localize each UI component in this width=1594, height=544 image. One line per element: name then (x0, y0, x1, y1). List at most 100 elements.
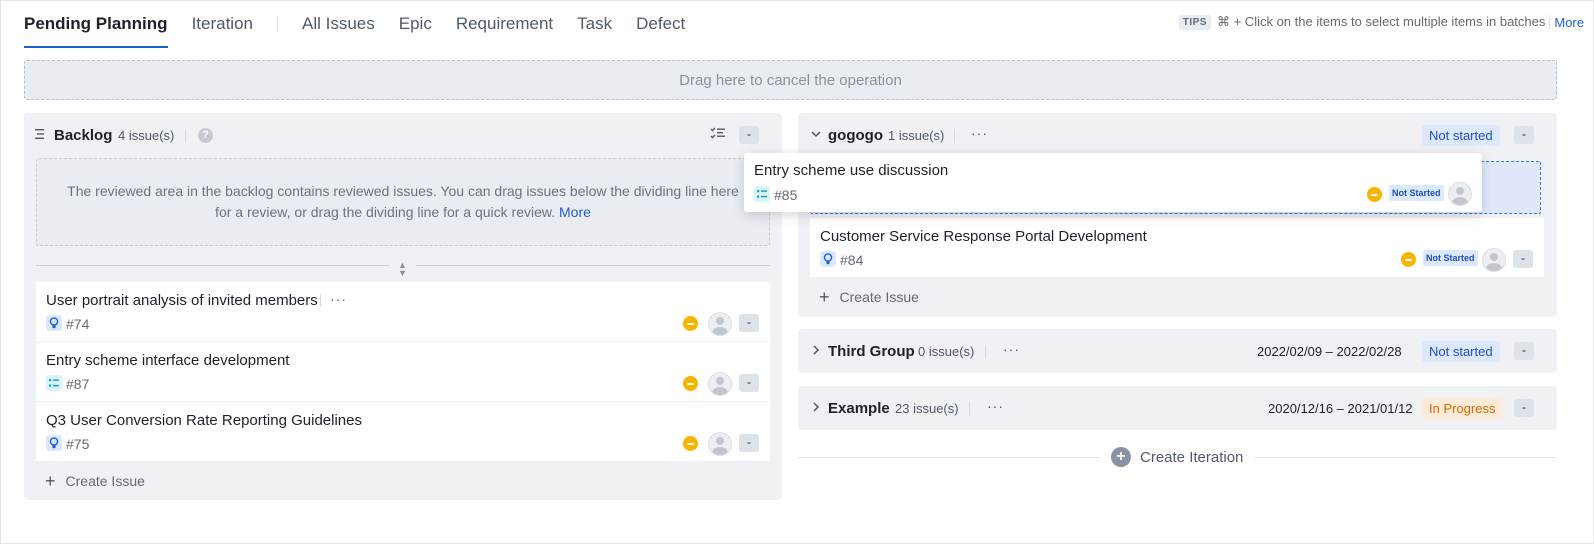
tab-requirement[interactable]: Requirement (456, 0, 553, 48)
issue-status-badge[interactable]: Not Started (1423, 250, 1478, 266)
issue-action-button[interactable]: - (739, 374, 759, 392)
iteration-count: 23 issue(s) (895, 401, 959, 416)
header-divider (954, 129, 955, 143)
issue-title[interactable]: Entry scheme interface development (46, 352, 289, 369)
cancel-drop-zone[interactable]: Drag here to cancel the operation (24, 60, 1557, 100)
backlog-count: 4 issue(s) (118, 128, 175, 143)
create-iteration-label: Create Iteration (1140, 448, 1244, 466)
tab-iteration[interactable]: Iteration (192, 0, 253, 48)
priority-medium-icon[interactable] (1367, 187, 1382, 202)
review-area-text: The reviewed area in the backlog contain… (67, 183, 739, 220)
assignee-avatar[interactable] (708, 372, 732, 396)
review-more-link[interactable]: More (559, 204, 591, 220)
iteration-date-range: 2020/12/16 – 2021/01/12 (1268, 401, 1413, 416)
iteration-status-badge[interactable]: Not started (1422, 125, 1500, 146)
backlog-issue-card[interactable]: Entry scheme interface development #87 - (36, 342, 770, 401)
plus-icon: + (45, 471, 56, 491)
review-divider-left (36, 265, 390, 266)
task-type-icon (46, 375, 62, 391)
issue-id: #87 (66, 376, 90, 392)
assignee-avatar[interactable] (708, 432, 732, 456)
issue-title[interactable]: Customer Service Response Portal Develop… (820, 228, 1147, 245)
iteration-group-gogogo: gogogo 1 issue(s) ··· Not started - Cust… (798, 113, 1557, 317)
help-icon[interactable]: ? (198, 128, 213, 143)
cancel-drop-zone-text: Drag here to cancel the operation (679, 71, 902, 89)
tab-all-issues[interactable]: All Issues (302, 0, 375, 48)
plus-icon: + (819, 287, 830, 307)
priority-medium-icon[interactable] (683, 436, 698, 451)
issue-status-badge[interactable]: Not Started (1389, 185, 1444, 201)
issue-title[interactable]: Q3 User Conversion Rate Reporting Guidel… (46, 412, 362, 429)
backlog-title: Backlog (54, 127, 113, 144)
backlog-collapse-button[interactable]: - (739, 126, 759, 144)
iteration-date-range: 2022/02/09 – 2022/02/28 (1257, 344, 1402, 359)
chevron-right-icon[interactable] (812, 402, 820, 415)
create-iteration-button[interactable]: + Create Iteration (1111, 447, 1243, 467)
iteration-name[interactable]: Third Group (828, 343, 915, 360)
issue-id: #84 (840, 252, 864, 268)
task-type-icon (754, 186, 770, 202)
chevron-down-icon[interactable] (811, 129, 821, 141)
iteration-name[interactable]: gogogo (828, 127, 883, 144)
iteration-collapse-button[interactable]: - (1514, 399, 1534, 417)
review-area[interactable]: The reviewed area in the backlog contain… (36, 158, 770, 246)
iteration-more-icon[interactable]: ··· (971, 126, 988, 140)
assignee-avatar[interactable] (1448, 182, 1472, 206)
iteration-group-third-group[interactable]: Third Group 0 issue(s) ··· 2022/02/09 – … (798, 329, 1557, 373)
iteration-collapse-button[interactable]: - (1514, 342, 1534, 360)
iteration-more-icon[interactable]: ··· (987, 399, 1004, 413)
priority-medium-icon[interactable] (683, 316, 698, 331)
iteration-name[interactable]: Example (828, 400, 890, 417)
tab-pending-planning[interactable]: Pending Planning (24, 0, 168, 48)
requirement-type-icon (820, 251, 836, 267)
iteration-more-icon[interactable]: ··· (1003, 342, 1020, 356)
tab-epic[interactable]: Epic (399, 0, 432, 48)
backlog-issue-card[interactable]: Q3 User Conversion Rate Reporting Guidel… (36, 402, 770, 461)
issue-action-button[interactable]: - (739, 434, 759, 452)
dragging-issue-card[interactable]: Entry scheme use discussion #85 Not Star… (744, 153, 1482, 212)
create-iteration-divider-right (1255, 457, 1557, 458)
issue-id: #75 (66, 436, 90, 452)
issue-action-button[interactable]: - (1513, 250, 1533, 268)
iteration-create-issue-button[interactable]: + Create Issue (819, 287, 919, 307)
iteration-issue-card[interactable]: Customer Service Response Portal Develop… (810, 218, 1544, 277)
divider-drag-handle[interactable]: ▲ ▼ (398, 261, 407, 278)
requirement-type-icon (46, 315, 62, 331)
assignee-avatar[interactable] (1482, 248, 1506, 272)
create-issue-label: Create Issue (65, 473, 145, 489)
tab-task[interactable]: Task (577, 0, 612, 48)
tab-defect[interactable]: Defect (636, 0, 685, 48)
iteration-status-badge[interactable]: In Progress (1422, 398, 1503, 419)
iteration-status-badge[interactable]: Not started (1422, 341, 1500, 362)
plus-circle-icon: + (1111, 447, 1131, 467)
create-issue-label: Create Issue (839, 289, 919, 305)
issue-more-icon[interactable]: ··· (330, 292, 347, 306)
issue-title[interactable]: User portrait analysis of invited member… (46, 292, 318, 309)
header-divider (185, 129, 186, 143)
iteration-collapse-button[interactable]: - (1514, 126, 1534, 144)
tips-bar: TIPS ⌘ + Click on the items to select mu… (1178, 14, 1584, 30)
tab-divider (277, 16, 278, 32)
iteration-group-example[interactable]: Example 23 issue(s) ··· 2020/12/16 – 202… (798, 386, 1557, 430)
assignee-avatar[interactable] (708, 312, 732, 336)
tips-badge: TIPS (1178, 14, 1211, 30)
priority-medium-icon[interactable] (1401, 252, 1416, 267)
issue-title[interactable]: Entry scheme use discussion (754, 162, 948, 179)
requirement-type-icon (46, 435, 62, 451)
issue-action-button[interactable]: - (739, 314, 759, 332)
issue-id: #74 (66, 316, 90, 332)
top-navigation: Pending Planning Iteration All Issues Ep… (24, 0, 709, 48)
review-divider-right (416, 265, 770, 266)
header-divider (969, 402, 970, 416)
tips-more-link[interactable]: More (1554, 15, 1584, 30)
issue-id: #85 (774, 187, 798, 203)
checklist-collapse-icon[interactable] (710, 127, 725, 143)
chevron-right-icon[interactable] (812, 345, 820, 358)
backlog-create-issue-button[interactable]: + Create Issue (45, 471, 145, 491)
priority-medium-icon[interactable] (683, 376, 698, 391)
header-divider (985, 345, 986, 359)
backlog-panel: Backlog 4 issue(s) ? - The reviewed area… (24, 113, 782, 500)
create-iteration-divider-left (798, 457, 1100, 458)
backlog-issue-card[interactable]: User portrait analysis of invited member… (36, 282, 770, 341)
tips-divider (1549, 15, 1551, 29)
